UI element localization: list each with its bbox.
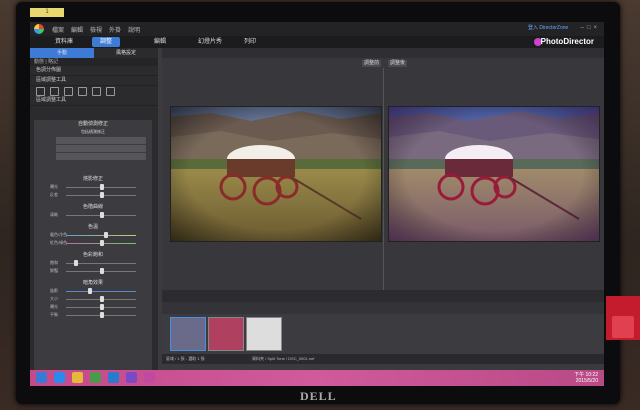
slider-row[interactable]: 大小 [34, 295, 152, 303]
status-file: 資料夾 / Split Tone / DSC_0001.nef [252, 356, 315, 361]
status-bar: 區域 / 1 張 - 選取 1 張 資料夾 / Split Tone / DSC… [162, 354, 604, 364]
slider-row[interactable]: 曝光 [34, 303, 152, 311]
login-link[interactable]: 登入 DirectorZone [528, 24, 568, 31]
filmstrip [162, 314, 604, 354]
redeye-icon[interactable] [64, 86, 73, 96]
thumbnail[interactable] [246, 317, 282, 351]
thumbnail[interactable] [208, 317, 244, 351]
filmstrip-toolbar [162, 302, 604, 314]
viewer-controls [162, 290, 604, 302]
gradient-icon[interactable] [92, 86, 101, 96]
slider-row[interactable]: 曝光 [34, 183, 152, 191]
taskbar-time: 下午 10:22 [574, 372, 598, 378]
white-balance-heading: 色溫 [87, 224, 98, 230]
browser-icon[interactable] [54, 372, 65, 383]
tab-slideshow[interactable]: 幻燈片秀 [190, 37, 230, 47]
tone-heading: 色階曲線 [82, 204, 103, 210]
start-icon[interactable] [36, 372, 47, 383]
adjustment-box: 自動偵測修正 包括偵測修正 燒影修正 曝光 反差 色階曲線 清晰 色溫 暖色/冷… [34, 120, 152, 370]
slider-row[interactable]: 鮮豔 [34, 267, 152, 275]
slider-row[interactable]: 平衡 [34, 311, 152, 319]
dropdown-1[interactable] [56, 137, 146, 144]
slider-row[interactable]: 反差 [34, 191, 152, 199]
panel-tabs: 手動 風格設定 [30, 48, 158, 58]
app-icon[interactable] [108, 372, 119, 383]
folder-icon[interactable] [72, 372, 83, 383]
menu-file[interactable]: 檔案 [52, 25, 64, 34]
dropdown-3[interactable] [56, 153, 146, 160]
saturation-heading: 色彩飽和 [82, 252, 103, 258]
exposure-heading: 燒影修正 [82, 176, 103, 182]
menu-edit[interactable]: 編輯 [71, 25, 83, 34]
menu-help[interactable]: 說明 [128, 25, 140, 34]
app-icon[interactable] [90, 372, 101, 383]
section-histogram[interactable]: 色調分佈圖 [30, 66, 158, 76]
menu-plugins[interactable]: 外掛 [109, 25, 121, 34]
taskbar-date: 2015/5/20 [575, 378, 598, 384]
before-photo [170, 106, 382, 242]
bezel-sticker: 1 [30, 8, 64, 17]
red-box-inner [612, 316, 634, 338]
adjust-panel: 手動 風格設定 動態 | 略記 色調分佈圖 區域調整工具 區域調整工具 自動偵測… [30, 48, 158, 386]
app-titlebar: 檔案 編輯 檢視 外掛 說明 登入 DirectorZone –□× [30, 22, 604, 36]
monitor-logo: DELL [300, 389, 337, 403]
window-controls[interactable]: –□× [581, 25, 600, 31]
thumbnail[interactable] [170, 317, 206, 351]
tab-presets[interactable]: 風格設定 [94, 48, 158, 58]
panel-subheader: 動態 | 略記 [30, 58, 158, 66]
tab-manual[interactable]: 手動 [30, 48, 94, 58]
compare-divider[interactable] [383, 68, 384, 296]
monitor-screen: 檔案 編輯 檢視 外掛 說明 登入 DirectorZone –□× 資料庫 調… [30, 22, 604, 386]
include-detect-checkbox[interactable]: 包括偵測修正 [34, 128, 152, 136]
brush-icon[interactable] [78, 86, 87, 96]
app-logo-icon [34, 24, 44, 34]
photodirector-icon[interactable] [144, 372, 155, 383]
menu-view[interactable]: 檢視 [90, 25, 102, 34]
menu-bar: 檔案 編輯 檢視 外掛 說明 [52, 25, 140, 34]
slider-row[interactable]: 飽和 [34, 259, 152, 267]
tab-library[interactable]: 資料庫 [50, 37, 78, 47]
auto-detect-heading: 自動偵測修正 [77, 121, 108, 127]
tab-adjust[interactable]: 調整 [92, 37, 120, 47]
photo-viewer: 調整前 調整後 [162, 48, 604, 298]
radial-icon[interactable] [106, 86, 115, 96]
app-icon[interactable] [126, 372, 137, 383]
after-photo [388, 106, 600, 242]
regional-tool-icons [30, 86, 158, 96]
crop-icon[interactable] [36, 86, 45, 96]
slider-row[interactable]: 清晰 [34, 211, 152, 219]
brand-name: PhotoDirector [540, 37, 594, 46]
slider-row[interactable]: 陰影 [34, 287, 152, 295]
viewer-toolbar [162, 48, 604, 58]
tab-edit[interactable]: 編輯 [146, 37, 174, 47]
section-global-tools[interactable]: 區域調整工具 [30, 96, 158, 106]
after-label: 調整後 [388, 60, 408, 67]
dropdown-2[interactable] [56, 145, 146, 152]
section-regional-tools[interactable]: 區域調整工具 [30, 76, 158, 86]
slider-row[interactable]: 紅色/綠色 [34, 239, 152, 247]
mode-bar: 資料庫 調整 編輯 幻燈片秀 列印 PhotoDirector [30, 36, 604, 48]
tab-print[interactable]: 列印 [236, 37, 264, 47]
slider-row[interactable]: 暖色/冷色 [34, 231, 152, 239]
spot-icon[interactable] [50, 86, 59, 96]
vignette-heading: 暗角效果 [82, 280, 103, 286]
taskbar: 下午 10:22 2015/5/20 [30, 370, 604, 386]
status-selection: 區域 / 1 張 - 選取 1 張 [166, 356, 205, 361]
before-label: 調整前 [362, 60, 382, 67]
